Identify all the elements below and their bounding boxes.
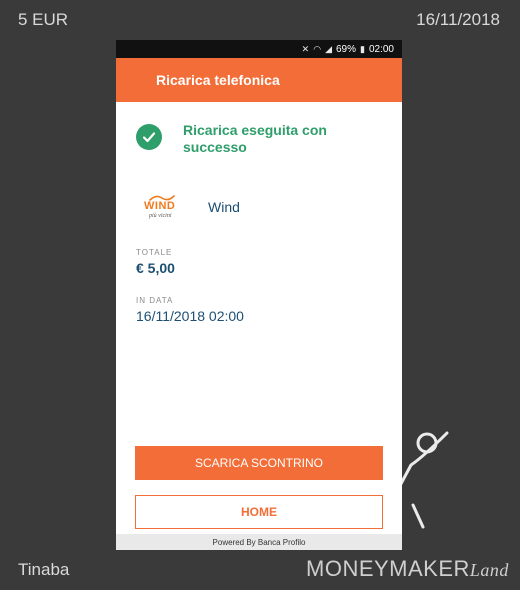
page-title: Ricarica telefonica (156, 72, 280, 88)
battery-level: 69% (336, 43, 357, 55)
signal-icon: ◢ (325, 43, 332, 54)
date-field-value: 16/11/2018 02:00 (136, 308, 244, 324)
success-message: Ricarica eseguita con successo (116, 122, 402, 156)
status-bar: ✕ ◠ ◢ 69% ▮ 02:00 (116, 40, 402, 58)
app-bar: Ricarica telefonica (116, 58, 402, 102)
wind-logo-tagline: più vicini (149, 213, 172, 219)
total-value: € 5,00 (136, 260, 175, 276)
operator-row: WIND più vicini Wind (116, 192, 402, 222)
wind-logo-text: WIND (144, 200, 176, 212)
status-time: 02:00 (368, 43, 394, 55)
check-icon (136, 124, 162, 150)
mute-icon: ✕ (301, 43, 310, 54)
footer: Powered By Banca Profilo (116, 534, 402, 550)
success-text: Ricarica eseguita con successo (183, 122, 327, 155)
app-name-label: Tinaba (18, 560, 70, 579)
amount-label: 5 EUR (18, 10, 69, 29)
date-label: 16/11/2018 (416, 10, 500, 29)
phone-screen: ✕ ◠ ◢ 69% ▮ 02:00 Ricarica telefonica Ri… (116, 40, 402, 550)
date-field: IN DATA 16/11/2018 02:00 (116, 296, 402, 324)
operator-name: Wind (208, 199, 240, 215)
total-label: TOTALE (136, 248, 173, 257)
wifi-icon: ◠ (313, 43, 322, 54)
battery-icon: ▮ (360, 43, 365, 54)
download-receipt-button[interactable]: SCARICA SCONTRINO (135, 446, 383, 480)
brand-land-text: Land (469, 560, 509, 580)
wind-logo: WIND più vicini (144, 192, 184, 222)
brand-money-text: MONEYMAKER (306, 556, 470, 581)
total-field: TOTALE € 5,00 (116, 248, 402, 276)
date-field-label: IN DATA (136, 296, 174, 305)
home-button[interactable]: HOME (135, 495, 383, 529)
footer-text: Powered By Banca Profilo (212, 537, 306, 547)
brand-logo: MONEYMAKERLand (306, 556, 509, 582)
